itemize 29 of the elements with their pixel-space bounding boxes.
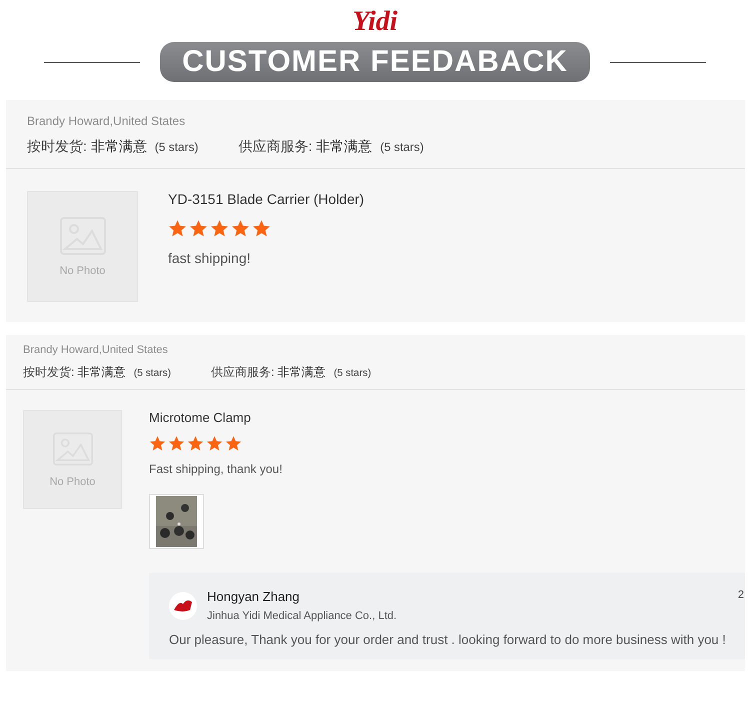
photo-thumbnail[interactable] [149,494,204,549]
rating-text: 按时发货: 非常满意 (5 stars) [27,138,198,156]
star-icon [206,435,223,452]
star-icon [189,219,208,238]
star-icon [210,219,229,238]
rating-text: 供应商服务: 非常满意 (5 stars) [211,364,372,381]
reply-company: Jinhua Yidi Medical Appliance Co., Ltd. [207,610,398,622]
star-icon [252,219,271,238]
logo: Yidi [352,6,398,38]
rating-text: 按时发货: 非常满意 (5 stars) [23,364,172,381]
rating-text: 供应商服务: 非常满意 (5 stars) [238,138,424,156]
section-title: CUSTOMER FEEDABACK [160,42,590,82]
reply-name: Hongyan Zhang [207,589,301,604]
no-photo-text: No Photo [50,476,96,488]
buyer-name: Brandy Howard,United States [23,344,169,356]
review-comment: fast shipping! [168,250,252,266]
buyer-name: Brandy Howard,United States [27,114,186,128]
star-icon [231,219,250,238]
reply-date: 2 [738,589,744,601]
star-icon [225,435,242,452]
product-name: YD-3151 Blade Carrier (Holder) [168,191,366,207]
star-icon [168,219,187,238]
review-comment: Fast shipping, thank you! [149,462,284,476]
star-icon [187,435,204,452]
product-name: Microtome Clamp [149,410,252,425]
reply-message: Our pleasure, Thank you for your order and trust . looking forward to do more business with you ! [169,632,727,647]
star-icon [168,435,185,452]
no-photo-text: No Photo [60,264,106,276]
star-icon [149,435,166,452]
